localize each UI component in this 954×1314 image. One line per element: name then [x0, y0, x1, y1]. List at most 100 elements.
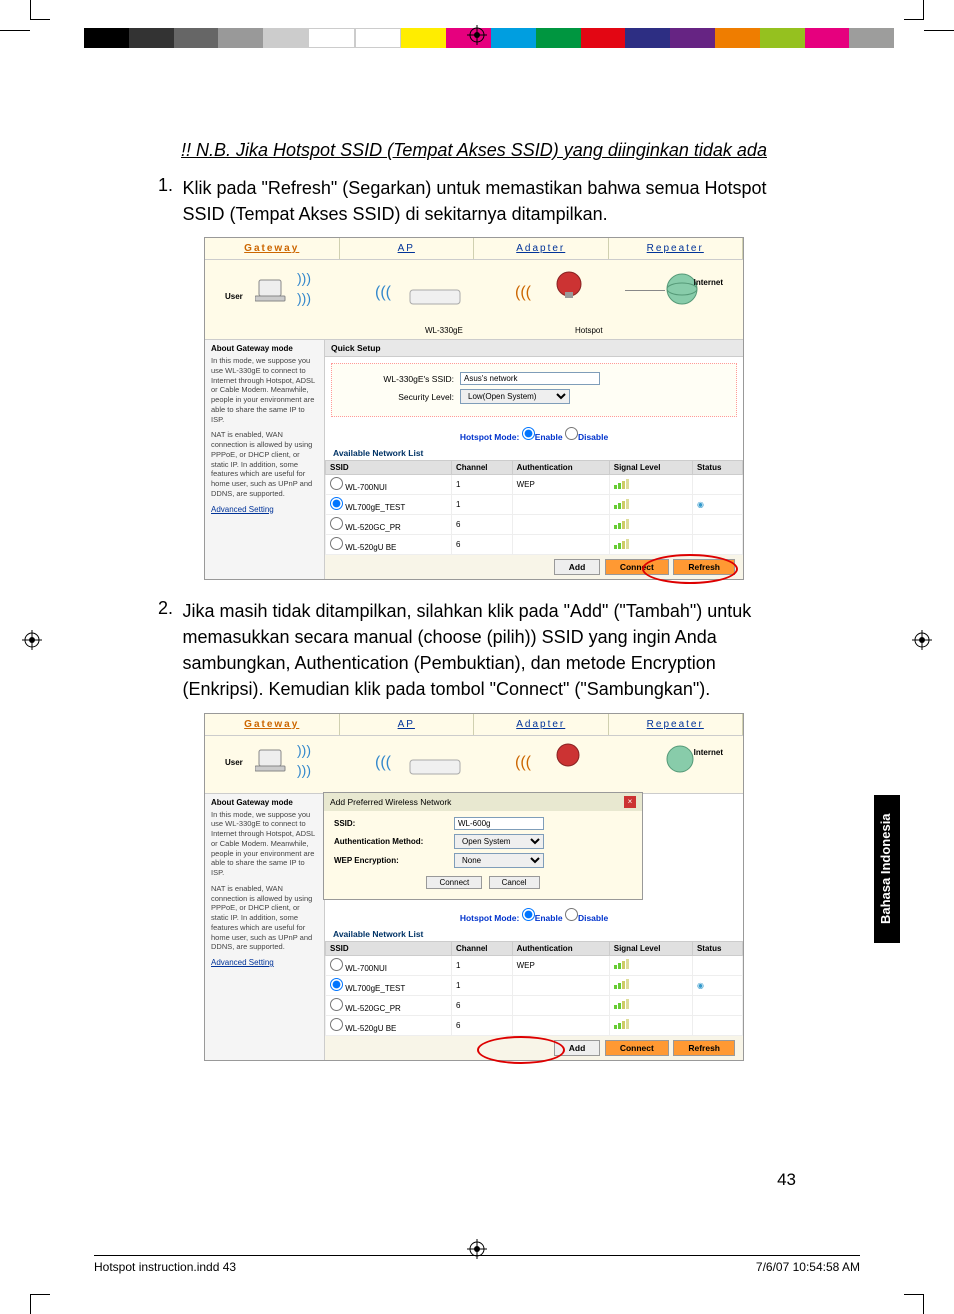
diagram-hotspot-label: Hotspot [575, 326, 603, 335]
signal-bars-icon [614, 1019, 629, 1029]
col-ssid: SSID [326, 461, 452, 475]
hotspot-mode-label: Hotspot Mode: [460, 432, 520, 442]
dialog-title-text: Add Preferred Wireless Network [330, 797, 451, 807]
color-calibration-bars [84, 28, 894, 48]
dialog-connect-button[interactable]: Connect [426, 876, 482, 889]
sidebar-paragraph: NAT is enabled, WAN connection is allowe… [211, 430, 318, 498]
network-radio[interactable] [330, 497, 343, 510]
tab-adapter[interactable]: Adapter [474, 714, 609, 735]
wifi-receive-icon: ((( [515, 754, 531, 772]
wifi-receive-icon: ((( [375, 284, 391, 302]
satellite-dish-icon [555, 270, 585, 302]
globe-icon [665, 744, 695, 776]
wifi-icon: ))) [297, 742, 311, 758]
dialog-cancel-button[interactable]: Cancel [489, 876, 540, 889]
diagram-device-label: WL-330gE [425, 326, 463, 335]
table-row[interactable]: WL-520gU BE6 [326, 535, 743, 555]
hotspot-disable-radio[interactable] [565, 427, 578, 440]
network-list-table: SSID Channel Authentication Signal Level… [325, 460, 743, 555]
dialog-ssid-label: SSID: [334, 819, 454, 828]
add-network-dialog: Add Preferred Wireless Network × SSID: A… [323, 792, 643, 900]
network-diagram: User ))) ))) ((( ((( Internet [205, 736, 743, 794]
tab-repeater[interactable]: Repeater [609, 714, 744, 735]
refresh-button[interactable]: Refresh [673, 559, 735, 575]
page-number: 43 [777, 1170, 796, 1190]
step-number: 1. [154, 175, 178, 196]
wifi-icon: ))) [297, 762, 311, 778]
col-ssid: SSID [326, 941, 452, 955]
registration-mark-icon [467, 25, 487, 45]
table-row[interactable]: WL-520GC_PR6 [326, 515, 743, 535]
hotspot-enable-radio[interactable] [522, 427, 535, 440]
table-row[interactable]: WL-520GC_PR6 [326, 995, 743, 1015]
signal-bars-icon [614, 979, 629, 989]
sidebar-title: About Gateway mode [211, 344, 318, 353]
signal-bars-icon [614, 479, 629, 489]
tab-adapter[interactable]: Adapter [474, 238, 609, 259]
sidebar-title: About Gateway mode [211, 798, 318, 807]
dialog-wep-select[interactable]: None [454, 853, 544, 868]
status-ok-icon: ◉ [697, 981, 704, 990]
network-radio[interactable] [330, 1018, 343, 1031]
tab-gateway[interactable]: Gateway [205, 714, 340, 735]
network-radio[interactable] [330, 998, 343, 1011]
add-button[interactable]: Add [554, 559, 601, 575]
security-level-select[interactable]: Low(Open System) [460, 389, 570, 404]
table-row[interactable]: WL700gE_TEST1◉ [326, 495, 743, 515]
security-level-label: Security Level: [344, 392, 454, 402]
registration-mark-icon [912, 630, 932, 650]
advanced-settings-link[interactable]: Advanced Setting [211, 958, 318, 967]
col-channel: Channel [451, 461, 512, 475]
table-row[interactable]: WL-700NUI1WEP [326, 955, 743, 975]
table-row[interactable]: WL-700NUI1WEP [326, 475, 743, 495]
col-status: Status [692, 461, 742, 475]
table-row[interactable]: WL700gE_TEST1◉ [326, 975, 743, 995]
dialog-auth-label: Authentication Method: [334, 837, 454, 846]
tab-ap[interactable]: AP [340, 238, 475, 259]
sidebar-paragraph: In this mode, we suppose you use WL-330g… [211, 356, 318, 424]
tab-repeater[interactable]: Repeater [609, 238, 744, 259]
diagram-internet-label: Internet [694, 278, 723, 287]
tab-ap[interactable]: AP [340, 714, 475, 735]
nb-heading: !! N.B. Jika Hotspot SSID (Tempat Akses … [154, 140, 794, 161]
dialog-auth-select[interactable]: Open System [454, 834, 544, 849]
router-icon [405, 280, 465, 312]
hotspot-mode-label: Hotspot Mode: [460, 913, 520, 923]
signal-bars-icon [614, 959, 629, 969]
network-radio[interactable] [330, 537, 343, 550]
col-status: Status [692, 941, 742, 955]
router-icon [405, 750, 465, 782]
refresh-button[interactable]: Refresh [673, 1040, 735, 1056]
network-radio[interactable] [330, 978, 343, 991]
hotspot-disable-radio[interactable] [565, 908, 578, 921]
table-row[interactable]: WL-520gU BE6 [326, 1015, 743, 1035]
dialog-wep-label: WEP Encryption: [334, 856, 454, 865]
sidebar-paragraph: In this mode, we suppose you use WL-330g… [211, 810, 318, 878]
sidebar-about: About Gateway mode In this mode, we supp… [205, 340, 325, 579]
footer-timestamp: 7/6/07 10:54:58 AM [756, 1260, 860, 1274]
ssid-input[interactable] [460, 372, 600, 385]
laptop-icon [255, 748, 291, 776]
sidebar-about: About Gateway mode In this mode, we supp… [205, 794, 325, 1060]
connect-button[interactable]: Connect [605, 1040, 669, 1056]
wifi-receive-icon: ((( [375, 754, 391, 772]
network-radio[interactable] [330, 958, 343, 971]
ui-screenshot-2: Gateway AP Adapter Repeater User ))) )))… [204, 713, 744, 1061]
network-radio[interactable] [330, 477, 343, 490]
add-button[interactable]: Add [554, 1040, 601, 1056]
col-signal: Signal Level [609, 461, 692, 475]
footer-filename: Hotspot instruction.indd 43 [94, 1260, 236, 1274]
advanced-settings-link[interactable]: Advanced Setting [211, 505, 318, 514]
connect-button[interactable]: Connect [605, 559, 669, 575]
available-network-list-title: Available Network List [325, 446, 743, 460]
available-network-list-title: Available Network List [325, 927, 743, 941]
tab-gateway[interactable]: Gateway [205, 238, 340, 259]
diagram-internet-label: Internet [694, 748, 723, 757]
diagram-user-label: User [225, 758, 243, 767]
signal-bars-icon [614, 539, 629, 549]
network-radio[interactable] [330, 517, 343, 530]
hotspot-enable-radio[interactable] [522, 908, 535, 921]
close-icon[interactable]: × [624, 796, 636, 808]
dialog-ssid-input[interactable] [454, 817, 544, 830]
col-channel: Channel [451, 941, 512, 955]
